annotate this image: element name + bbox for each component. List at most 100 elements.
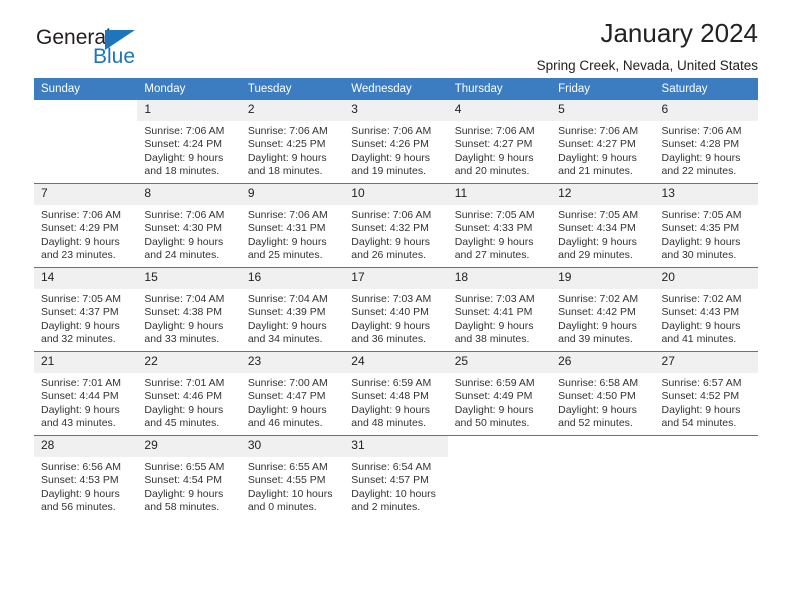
calendar-week-row: 28 Sunrise: 6:56 AM Sunset: 4:53 PM Dayligh…	[34, 435, 758, 519]
sunset-time: Sunset: 4:57 PM	[351, 474, 429, 487]
sunset-time: Sunset: 4:27 PM	[558, 138, 636, 151]
calendar-cell-day[interactable]: 30 Sunrise: 6:55 AM Sunset: 4:55 PM Dayligh…	[240, 435, 345, 519]
calendar-cell-day[interactable]: 18 Sunrise: 7:03 AM Sunset: 4:41 PM Dayligh…	[447, 267, 552, 352]
calendar-cell-inner: 11 Sunrise: 7:05 AM Sunset: 4:33 PM Dayligh…	[447, 184, 552, 267]
daylight-duration-line1: Daylight: 9 hours	[144, 403, 224, 416]
calendar-cell-inner: 19 Sunrise: 7:02 AM Sunset: 4:42 PM Dayligh…	[551, 268, 655, 351]
sunset-time: Sunset: 4:49 PM	[454, 390, 533, 403]
day-number: 1	[137, 100, 241, 121]
day-number: 29	[137, 436, 241, 457]
calendar-cell-day[interactable]: 20 Sunrise: 7:02 AM Sunset: 4:43 PM Dayligh…	[654, 267, 758, 352]
daylight-duration-line1: Daylight: 9 hours	[247, 403, 327, 416]
day-number: 11	[447, 184, 552, 205]
calendar-cell-day[interactable]: 12 Sunrise: 7:05 AM Sunset: 4:34 PM Dayligh…	[551, 183, 655, 268]
calendar-cell-day[interactable]: 6 Sunrise: 7:06 AM Sunset: 4:28 PM Daylight…	[654, 100, 758, 184]
day-number: 28	[34, 436, 138, 457]
day-details: Sunrise: 7:06 AM Sunset: 4:28 PM Daylight:…	[655, 121, 758, 179]
calendar-cell-inner: 27 Sunrise: 6:57 AM Sunset: 4:52 PM Dayligh…	[654, 352, 758, 435]
day-number: 18	[447, 268, 552, 289]
sunset-time: Sunset: 4:52 PM	[661, 390, 740, 403]
calendar-cell-day[interactable]: 5 Sunrise: 7:06 AM Sunset: 4:27 PM Daylight…	[551, 100, 655, 184]
calendar-cell-inner: 16 Sunrise: 7:04 AM Sunset: 4:39 PM Dayligh…	[240, 268, 345, 351]
calendar-cell-inner: 6 Sunrise: 7:06 AM Sunset: 4:28 PM Daylight…	[654, 100, 758, 183]
calendar-cell-day[interactable]: 1 Sunrise: 7:06 AM Sunset: 4:24 PM Daylight…	[137, 100, 241, 184]
calendar-cell-inner: 28 Sunrise: 6:56 AM Sunset: 4:53 PM Dayligh…	[34, 436, 138, 519]
calendar-cell-day[interactable]: 15 Sunrise: 7:04 AM Sunset: 4:38 PM Dayligh…	[137, 267, 241, 352]
calendar-cell-day[interactable]: 28 Sunrise: 6:56 AM Sunset: 4:53 PM Dayligh…	[34, 435, 138, 519]
daylight-duration-line2: and 32 minutes.	[41, 333, 116, 346]
sunrise-time: Sunrise: 7:03 AM	[351, 293, 432, 305]
daylight-duration-line1: Daylight: 9 hours	[351, 403, 431, 416]
calendar-cell-day[interactable]: 31 Sunrise: 6:54 AM Sunset: 4:57 PM Dayligh…	[344, 435, 448, 519]
calendar-cell-day[interactable]: 9 Sunrise: 7:06 AM Sunset: 4:31 PM Daylight…	[240, 183, 345, 268]
calendar-cell-empty	[654, 435, 758, 519]
calendar-cell-day[interactable]: 14 Sunrise: 7:05 AM Sunset: 4:37 PM Dayligh…	[34, 267, 138, 352]
calendar-cell-day[interactable]: 29 Sunrise: 6:55 AM Sunset: 4:54 PM Dayligh…	[137, 435, 241, 519]
day-number: 21	[34, 352, 138, 373]
calendar-cell-inner: 7 Sunrise: 7:06 AM Sunset: 4:29 PM Daylight…	[34, 184, 138, 267]
day-number: 5	[551, 100, 655, 121]
day-details: Sunrise: 6:58 AM Sunset: 4:50 PM Daylight:…	[551, 373, 654, 431]
sunrise-time: Sunrise: 6:59 AM	[351, 377, 432, 389]
day-number: 10	[344, 184, 448, 205]
daylight-duration-line2: and 52 minutes.	[558, 417, 633, 430]
daylight-duration-line1: Daylight: 9 hours	[41, 235, 120, 248]
calendar-cell-day[interactable]: 4 Sunrise: 7:06 AM Sunset: 4:27 PM Daylight…	[447, 100, 552, 184]
sunrise-time: Sunrise: 7:05 AM	[454, 209, 535, 221]
calendar-cell-inner: 24 Sunrise: 6:59 AM Sunset: 4:48 PM Dayligh…	[344, 352, 448, 435]
sunrise-time: Sunrise: 6:57 AM	[661, 377, 742, 389]
calendar-week-row: 7 Sunrise: 7:06 AM Sunset: 4:29 PM Daylight…	[34, 183, 758, 268]
daylight-duration-line1: Daylight: 10 hours	[351, 487, 436, 500]
calendar-cell-inner: 18 Sunrise: 7:03 AM Sunset: 4:41 PM Dayligh…	[447, 268, 552, 351]
calendar-cell-day[interactable]: 25 Sunrise: 6:59 AM Sunset: 4:49 PM Dayligh…	[447, 351, 552, 436]
calendar-cell-day[interactable]: 27 Sunrise: 6:57 AM Sunset: 4:52 PM Dayligh…	[654, 351, 758, 436]
daylight-duration-line1: Daylight: 9 hours	[41, 487, 120, 500]
calendar-cell-inner	[551, 436, 655, 519]
calendar-cell-day[interactable]: 3 Sunrise: 7:06 AM Sunset: 4:26 PM Daylight…	[344, 100, 448, 184]
weekday-header-tuesday: Tuesday	[240, 78, 345, 100]
sunrise-time: Sunrise: 7:02 AM	[661, 293, 742, 305]
calendar-cell-inner: 17 Sunrise: 7:03 AM Sunset: 4:40 PM Dayligh…	[344, 268, 448, 351]
calendar-cell-day[interactable]: 24 Sunrise: 6:59 AM Sunset: 4:48 PM Dayligh…	[344, 351, 448, 436]
calendar-cell-day[interactable]: 16 Sunrise: 7:04 AM Sunset: 4:39 PM Dayligh…	[240, 267, 345, 352]
sunset-time: Sunset: 4:48 PM	[351, 390, 429, 403]
calendar-cell-day[interactable]: 10 Sunrise: 7:06 AM Sunset: 4:32 PM Dayligh…	[344, 183, 448, 268]
sunset-time: Sunset: 4:54 PM	[144, 474, 223, 487]
calendar-cell-empty	[34, 100, 138, 184]
day-number: 24	[344, 352, 448, 373]
general-blue-logo[interactable]: General Blue	[34, 26, 214, 74]
day-details: Sunrise: 7:04 AM Sunset: 4:38 PM Daylight:…	[137, 289, 240, 347]
calendar-cell-inner	[654, 436, 758, 519]
daylight-duration-line2: and 26 minutes.	[351, 249, 426, 262]
daylight-duration-line1: Daylight: 9 hours	[351, 235, 431, 248]
day-number: 23	[240, 352, 345, 373]
daylight-duration-line2: and 25 minutes.	[247, 249, 323, 262]
calendar-cell-day[interactable]: 21 Sunrise: 7:01 AM Sunset: 4:44 PM Dayligh…	[34, 351, 138, 436]
sunrise-time: Sunrise: 7:05 AM	[41, 293, 121, 305]
calendar-cell-day[interactable]: 11 Sunrise: 7:05 AM Sunset: 4:33 PM Dayligh…	[447, 183, 552, 268]
calendar-cell-day[interactable]: 19 Sunrise: 7:02 AM Sunset: 4:42 PM Dayligh…	[551, 267, 655, 352]
weekday-header-row: Sunday Monday Tuesday Wednesday Thursday…	[34, 78, 758, 100]
day-details: Sunrise: 6:54 AM Sunset: 4:57 PM Daylight:…	[344, 457, 447, 515]
day-number: 22	[137, 352, 241, 373]
sunset-time: Sunset: 4:50 PM	[558, 390, 636, 403]
calendar-cell-day[interactable]: 7 Sunrise: 7:06 AM Sunset: 4:29 PM Daylight…	[34, 183, 138, 268]
calendar-cell-day[interactable]: 8 Sunrise: 7:06 AM Sunset: 4:30 PM Daylight…	[137, 183, 241, 268]
calendar-cell-inner: 15 Sunrise: 7:04 AM Sunset: 4:38 PM Dayligh…	[137, 268, 241, 351]
sunrise-time: Sunrise: 7:06 AM	[247, 209, 328, 221]
calendar-cell-day[interactable]: 26 Sunrise: 6:58 AM Sunset: 4:50 PM Dayligh…	[551, 351, 655, 436]
daylight-duration-line1: Daylight: 9 hours	[144, 235, 224, 248]
calendar-cell-day[interactable]: 22 Sunrise: 7:01 AM Sunset: 4:46 PM Dayligh…	[137, 351, 241, 436]
calendar-cell-day[interactable]: 23 Sunrise: 7:00 AM Sunset: 4:47 PM Dayligh…	[240, 351, 345, 436]
calendar-cell-inner: 5 Sunrise: 7:06 AM Sunset: 4:27 PM Daylight…	[551, 100, 655, 183]
calendar-cell-inner	[447, 436, 552, 519]
calendar-cell-day[interactable]: 17 Sunrise: 7:03 AM Sunset: 4:40 PM Dayligh…	[344, 267, 448, 352]
calendar-cell-day[interactable]: 13 Sunrise: 7:05 AM Sunset: 4:35 PM Dayligh…	[654, 183, 758, 268]
day-details: Sunrise: 7:05 AM Sunset: 4:33 PM Daylight:…	[448, 205, 551, 263]
weekday-header-wednesday: Wednesday	[344, 78, 448, 100]
weekday-header-friday: Friday	[551, 78, 655, 100]
day-number: 15	[137, 268, 241, 289]
calendar-cell-day[interactable]: 2 Sunrise: 7:06 AM Sunset: 4:25 PM Daylight…	[240, 100, 345, 184]
calendar-cell-inner: 8 Sunrise: 7:06 AM Sunset: 4:30 PM Daylight…	[137, 184, 241, 267]
sunrise-time: Sunrise: 7:01 AM	[41, 377, 121, 389]
